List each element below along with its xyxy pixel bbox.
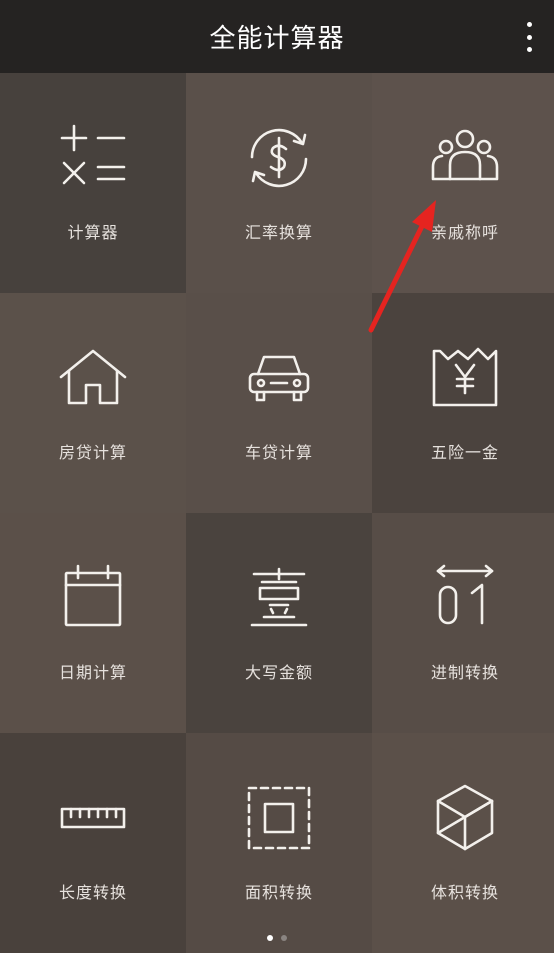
car-icon (242, 341, 316, 415)
tool-label: 大写金额 (244, 663, 313, 682)
tool-label: 体积转换 (430, 883, 499, 902)
tool-grid: 计算器 汇率换算 亲戚称呼 房贷计算 车贷计算 五险一金 日期计算 大写金额 进… (0, 73, 554, 953)
currency-exchange-icon (242, 121, 316, 195)
tool-tile-relative-titles[interactable]: 亲戚称呼 (372, 73, 554, 293)
cube-icon (428, 781, 502, 855)
tool-label: 五险一金 (430, 443, 499, 462)
app-title: 全能计算器 (209, 24, 345, 54)
tool-tile-mortgage[interactable]: 房贷计算 (0, 293, 186, 513)
tool-tile-volume[interactable]: 体积转换 (372, 733, 554, 953)
tool-label: 进制转换 (430, 663, 499, 682)
tool-tile-social-insurance[interactable]: 五险一金 (372, 293, 554, 513)
base-conversion-icon (428, 561, 502, 635)
tool-label: 房贷计算 (58, 443, 127, 462)
calendar-icon (56, 561, 130, 635)
uppercase-number-icon (242, 561, 316, 635)
tool-label: 亲戚称呼 (430, 223, 499, 242)
tool-label: 计算器 (67, 223, 119, 242)
area-square-icon (242, 781, 316, 855)
tool-tile-calculator[interactable]: 计算器 (0, 73, 186, 293)
tool-label: 汇率换算 (244, 223, 313, 242)
tool-label: 长度转换 (58, 883, 127, 902)
tool-tile-length[interactable]: 长度转换 (0, 733, 186, 953)
ruler-icon (56, 781, 130, 855)
tool-tile-car-loan[interactable]: 车贷计算 (186, 293, 372, 513)
tool-label: 车贷计算 (244, 443, 313, 462)
page-indicator (0, 935, 554, 945)
tool-label: 面积转换 (244, 883, 313, 902)
calculator-icon (56, 121, 130, 195)
tool-tile-base-conversion[interactable]: 进制转换 (372, 513, 554, 733)
app-header: 全能计算器 (0, 0, 554, 73)
tool-tile-date-calc[interactable]: 日期计算 (0, 513, 186, 733)
more-vertical-icon[interactable] (520, 22, 538, 52)
people-group-icon (428, 121, 502, 195)
tool-label: 日期计算 (58, 663, 127, 682)
house-icon (56, 341, 130, 415)
tool-tile-area[interactable]: 面积转换 (186, 733, 372, 953)
tool-tile-currency-exchange[interactable]: 汇率换算 (186, 73, 372, 293)
page-dot[interactable] (281, 935, 287, 941)
yuan-document-icon (428, 341, 502, 415)
tool-tile-uppercase-amount[interactable]: 大写金额 (186, 513, 372, 733)
page-dot[interactable] (267, 935, 273, 941)
